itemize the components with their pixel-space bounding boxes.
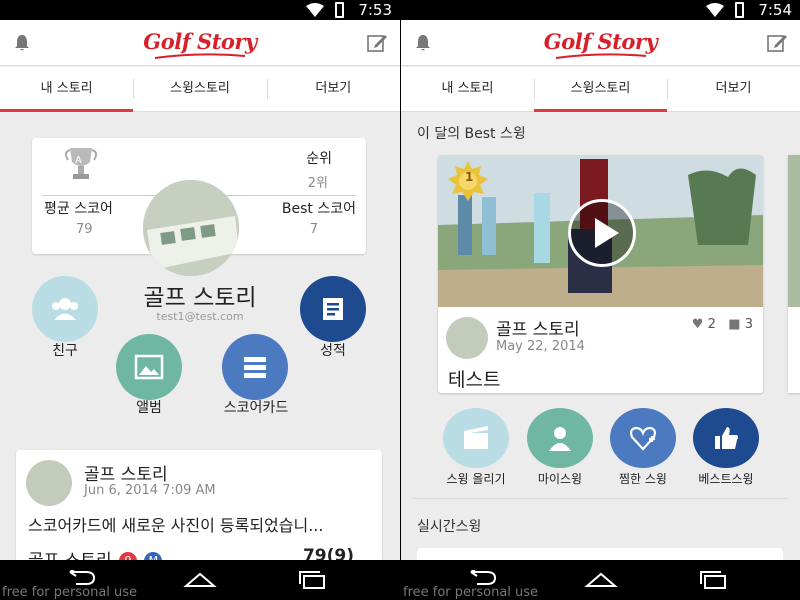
comment-icon[interactable]: ■: [728, 317, 740, 332]
battery-icon: [735, 2, 744, 18]
trophy-letter: A: [75, 155, 82, 166]
nav-bar: free for personal use: [0, 560, 400, 600]
app-bar: Golf Story: [401, 20, 800, 66]
record-button[interactable]: [300, 276, 366, 342]
status-bar: 7:53: [0, 0, 400, 20]
video-author: 골프 스토리: [496, 320, 580, 340]
profile-avatar[interactable]: [143, 180, 239, 276]
recents-icon[interactable]: [693, 570, 733, 590]
clock: 7:53: [358, 1, 392, 19]
left-screen: 7:53 Golf Story 내 스토리 스윙스토리 더보기 A 순위 2위 …: [0, 0, 400, 600]
app-bar: Golf Story: [0, 20, 400, 66]
back-icon[interactable]: [463, 570, 503, 590]
rank-value: 2위: [307, 176, 328, 191]
best-swing-label: 베스트스윙: [698, 472, 754, 486]
wifi-icon: [306, 3, 324, 17]
like-count: 2: [707, 317, 716, 332]
album-icon: [134, 354, 164, 380]
live-swing-title: 실시간스윙: [417, 519, 482, 535]
medal-rank: 1: [465, 170, 474, 184]
best-score-label: Best 스코어: [281, 201, 356, 217]
edit-icon[interactable]: [366, 32, 388, 54]
back-icon[interactable]: [62, 570, 102, 590]
nav-bar: free for personal use: [401, 560, 800, 600]
upload-swing-button[interactable]: [443, 408, 509, 468]
clock: 7:54: [758, 1, 792, 19]
upload-swing-label: 스윙 올리기: [446, 472, 506, 486]
tab-swing-story[interactable]: 스윙스토리: [534, 67, 667, 112]
play-icon[interactable]: [568, 199, 636, 267]
heart-icon[interactable]: ♥: [692, 317, 704, 332]
upload-swing-icon: [464, 426, 488, 449]
scorecard-button[interactable]: [222, 334, 288, 400]
scorecard-label: 스코어카드: [223, 400, 289, 416]
wifi-icon: [706, 3, 724, 17]
avg-score-value: 79: [76, 222, 93, 237]
favorite-swing-button[interactable]: [610, 408, 676, 468]
recents-icon[interactable]: [292, 570, 332, 590]
my-swing-icon: [549, 427, 571, 451]
post-date: Jun 6, 2014 7:09 AM: [84, 483, 216, 498]
video-stats: ♥ 2 ■ 3: [692, 317, 753, 332]
post-text: 스코어카드에 새로운 사진이 등록되었습니...: [28, 516, 324, 535]
post-author-avatar: [26, 460, 72, 506]
section-divider: [413, 498, 788, 499]
album-button[interactable]: [116, 334, 182, 400]
my-swing-label: 마이스윙: [537, 472, 583, 486]
status-bar: 7:54: [401, 0, 800, 20]
favorite-swing-label: 찜한 스윙: [619, 472, 667, 486]
tab-swing-story[interactable]: 스윙스토리: [133, 67, 266, 111]
video-author-avatar: [446, 317, 488, 359]
post-author: 골프 스토리: [84, 465, 168, 485]
next-swing-card[interactable]: [788, 155, 800, 393]
record-icon: [323, 298, 343, 320]
rank-label: 순위: [306, 151, 332, 167]
friends-icon: [52, 298, 78, 320]
album-label: 앨범: [136, 400, 162, 416]
edit-icon[interactable]: [766, 32, 788, 54]
friends-button[interactable]: [32, 276, 98, 342]
timeline-post[interactable]: 골프 스토리 Jun 6, 2014 7:09 AM 스코어카드에 새로운 사진…: [16, 450, 382, 562]
tab-more[interactable]: 더보기: [667, 67, 800, 111]
friends-label: 친구: [52, 343, 78, 359]
my-swing-button[interactable]: [527, 408, 593, 468]
tab-more[interactable]: 더보기: [266, 67, 400, 111]
thumbs-up-icon: [715, 427, 738, 449]
best-swing-title: 이 달의 Best 스윙: [417, 126, 526, 142]
best-swing-card[interactable]: 1 골프 스토리 May 22, 2014 ♥ 2 ■ 3 테스트: [438, 155, 763, 393]
tab-bar: 내 스토리 스윙스토리 더보기: [0, 67, 400, 112]
tab-my-story[interactable]: 내 스토리: [0, 67, 134, 112]
app-logo: Golf Story: [543, 29, 658, 54]
best-score-value: 7: [309, 222, 318, 237]
home-icon[interactable]: [180, 570, 220, 590]
tab-bar: 내 스토리 스윙스토리 더보기: [401, 67, 800, 112]
home-icon[interactable]: [581, 570, 621, 590]
video-date: May 22, 2014: [496, 339, 585, 354]
battery-icon: [335, 2, 344, 18]
video-title: 테스트: [448, 369, 501, 391]
tab-my-story[interactable]: 내 스토리: [401, 67, 534, 111]
scorecard-icon: [244, 357, 266, 378]
avg-score-label: 평균 스코어: [44, 201, 113, 217]
record-label: 성적: [320, 343, 346, 359]
next-swing-thumbnail: [788, 155, 800, 307]
logo-swoosh: [154, 53, 246, 59]
best-swing-button[interactable]: [693, 408, 759, 468]
comment-count: 3: [744, 317, 753, 332]
app-logo: Golf Story: [143, 29, 257, 54]
avatar-photo: [143, 180, 239, 276]
right-screen: 7:54 Golf Story 내 스토리 스윙스토리 더보기 이 달의 Bes…: [401, 0, 800, 600]
video-thumbnail: 1: [438, 155, 763, 307]
logo-swoosh: [555, 53, 647, 59]
favorite-swing-icon: [630, 426, 656, 451]
